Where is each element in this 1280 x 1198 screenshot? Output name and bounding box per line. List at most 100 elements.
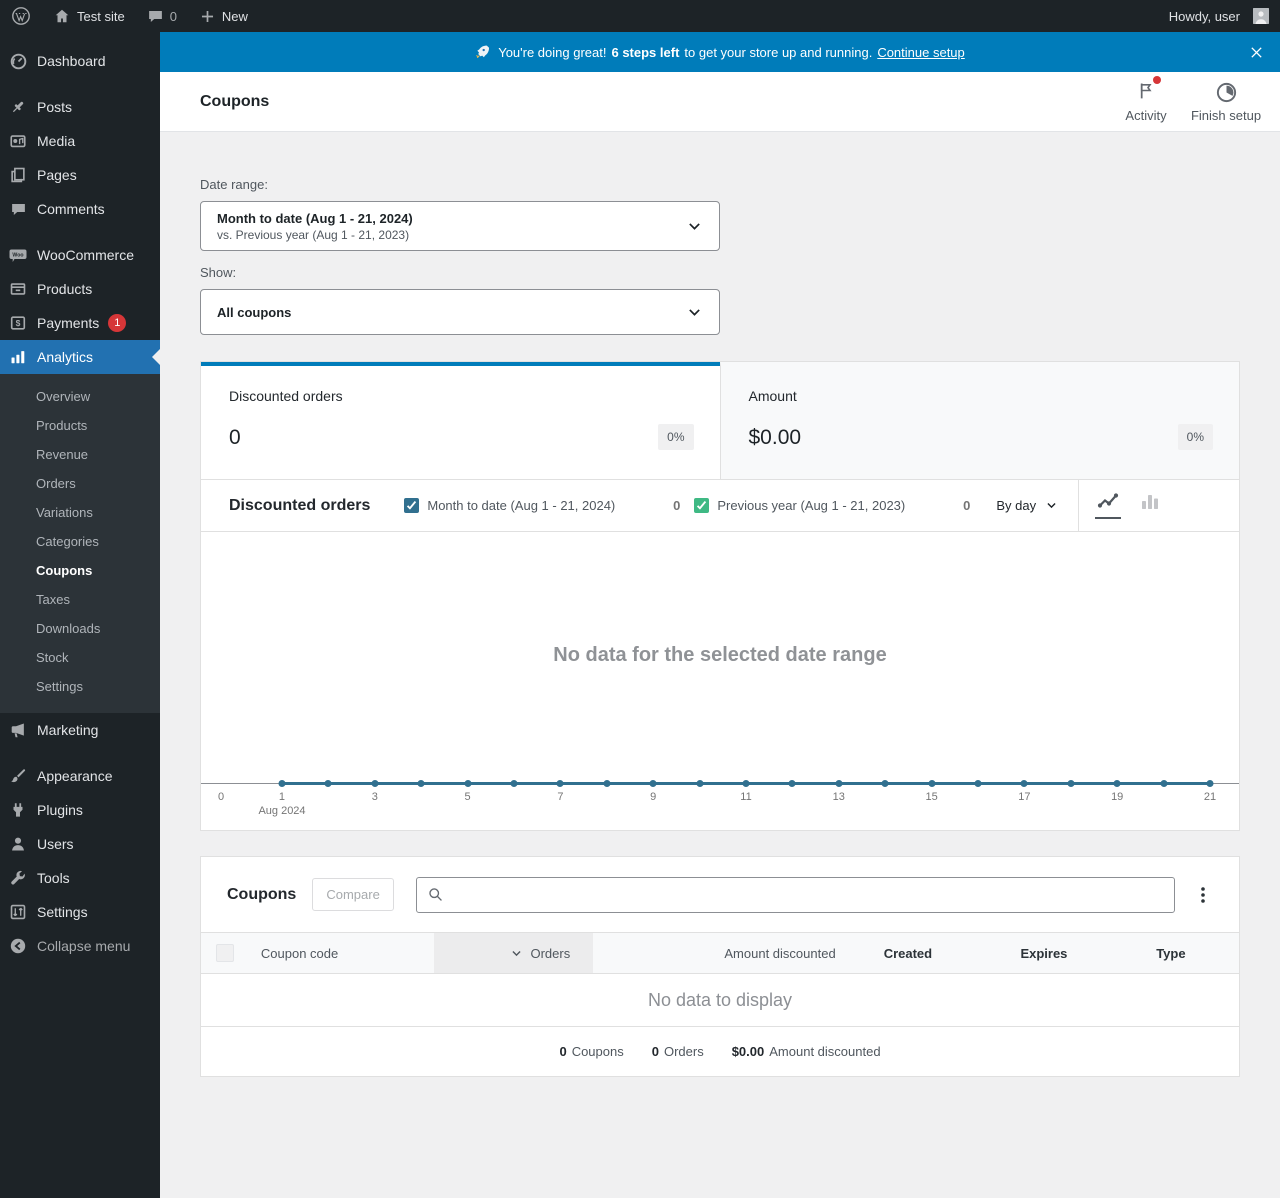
sidebar-item-tools[interactable]: Tools <box>0 861 160 895</box>
sidebar-item-pages[interactable]: Pages <box>0 158 160 192</box>
data-point <box>278 780 286 787</box>
data-point <box>696 780 704 787</box>
site-name-link[interactable]: Test site <box>42 0 136 32</box>
checkbox-checked-icon[interactable] <box>694 498 710 513</box>
sidebar-item-label: Pages <box>37 167 77 183</box>
data-point <box>928 780 936 787</box>
x-axis-tick: 5 <box>464 791 471 803</box>
column-header-type: Type <box>1156 945 1186 961</box>
line-chart-toggle[interactable] <box>1095 493 1122 519</box>
account-menu[interactable]: Howdy, user <box>1158 0 1280 32</box>
tile-value: $0.00 <box>748 426 802 449</box>
column-header-expires: Expires <box>1020 945 1068 961</box>
wordpress-menu[interactable] <box>0 0 42 32</box>
summary-tile-amount[interactable]: Amount $0.00 0% <box>719 362 1239 479</box>
column-header-orders[interactable]: Orders <box>433 933 594 973</box>
dashboard-icon <box>8 51 28 71</box>
sidebar-item-posts[interactable]: Posts <box>0 90 160 124</box>
sidebar-subitem-settings[interactable]: Settings <box>0 672 160 701</box>
sidebar-subitem-overview[interactable]: Overview <box>0 382 160 411</box>
legend-item-current[interactable]: Month to date (Aug 1 - 21, 2024) 0 <box>404 498 694 513</box>
sidebar-subitem-stock[interactable]: Stock <box>0 643 160 672</box>
show-label: Show: <box>200 265 237 280</box>
sidebar-item-users[interactable]: Users <box>0 827 160 861</box>
sidebar-item-label: Appearance <box>37 768 113 784</box>
activity-button[interactable]: Activity <box>1106 76 1186 123</box>
sidebar-subitem-variations[interactable]: Variations <box>0 498 160 527</box>
chart-card: Discounted orders 0 0% Amount $0.00 0% D… <box>200 361 1240 831</box>
sidebar-subitem-downloads[interactable]: Downloads <box>0 614 160 643</box>
sidebar-subitem-orders[interactable]: Orders <box>0 469 160 498</box>
new-content-menu[interactable]: New <box>188 0 259 32</box>
data-point <box>742 780 750 787</box>
progress-clock-icon <box>1215 81 1238 104</box>
legend-label: Month to date (Aug 1 - 21, 2024) <box>427 498 616 513</box>
sidebar-item-label: Dashboard <box>37 53 106 69</box>
products-icon <box>8 279 28 299</box>
sidebar-item-dashboard[interactable]: Dashboard <box>0 44 160 78</box>
legend-count: 0 <box>963 498 971 513</box>
checkbox-checked-icon[interactable] <box>404 498 420 513</box>
page-title: Coupons <box>200 92 270 110</box>
svg-text:$: $ <box>16 318 21 328</box>
x-axis-tick: 15 <box>925 791 938 803</box>
show-select[interactable]: All coupons <box>200 289 720 335</box>
search-box[interactable] <box>415 876 1175 913</box>
sidebar-item-marketing[interactable]: Marketing <box>0 713 160 747</box>
column-header-amount-discounted[interactable]: Amount discounted <box>593 933 859 973</box>
sidebar-item-appearance[interactable]: Appearance <box>0 759 160 793</box>
sidebar-item-media[interactable]: Media <box>0 124 160 158</box>
data-point <box>603 780 611 787</box>
plus-icon <box>199 8 216 25</box>
sidebar-item-comments[interactable]: Comments <box>0 192 160 226</box>
sidebar-menu: Dashboard Posts Media Pages Comments Woo WooCo… <box>0 32 160 1198</box>
media-icon <box>8 131 28 151</box>
comments-count: 0 <box>169 8 177 24</box>
sidebar-item-collapse-menu[interactable]: Collapse menu <box>0 929 160 963</box>
data-point <box>556 780 564 787</box>
data-point <box>881 780 889 787</box>
search-input[interactable] <box>450 887 1164 902</box>
sidebar-item-products[interactable]: Products <box>0 272 160 306</box>
home-icon <box>53 7 71 25</box>
interval-select[interactable]: By day <box>996 498 1058 513</box>
analytics-submenu: Overview Products Revenue Orders Variations C… <box>0 374 160 713</box>
summary-tile-discounted-orders[interactable]: Discounted orders 0 0% <box>201 362 720 479</box>
data-point <box>1067 780 1075 787</box>
sidebar-subitem-revenue[interactable]: Revenue <box>0 440 160 469</box>
select-all-checkbox[interactable] <box>215 944 234 962</box>
tile-label: Discounted orders <box>229 388 343 404</box>
sidebar-subitem-coupons[interactable]: Coupons <box>0 556 160 585</box>
x-axis-tick: 0 <box>217 791 225 803</box>
legend-item-previous[interactable]: Previous year (Aug 1 - 21, 2023) 0 <box>694 498 984 513</box>
column-header-coupon-code[interactable]: Coupon code <box>249 933 434 973</box>
table-summary-row: 0 Coupons 0 Orders $0.00 Amount discounted <box>559 1044 881 1059</box>
banner-close-icon[interactable] <box>1247 43 1265 61</box>
sidebar-item-analytics[interactable]: Analytics <box>0 340 160 374</box>
continue-setup-link[interactable]: Continue setup <box>877 45 964 60</box>
date-range-select[interactable]: Month to date (Aug 1 - 21, 2024) vs. Pre… <box>200 201 720 251</box>
rocket-icon <box>475 45 490 60</box>
bar-chart-toggle[interactable] <box>1137 493 1163 519</box>
date-range-compare: vs. Previous year (Aug 1 - 21, 2023) <box>217 227 410 242</box>
sidebar-subitem-products[interactable]: Products <box>0 411 160 440</box>
data-point <box>1020 780 1028 787</box>
megaphone-icon <box>8 720 28 740</box>
finish-setup-button[interactable]: Finish setup <box>1186 80 1266 123</box>
compare-button[interactable]: Compare <box>312 878 394 911</box>
sidebar-item-settings[interactable]: Settings <box>0 895 160 929</box>
sidebar-item-label: Users <box>37 836 74 852</box>
sidebar-item-payments[interactable]: $ Payments 1 <box>0 306 160 340</box>
comments-link[interactable]: 0 <box>136 0 188 32</box>
banner-text-2: to get your store up and running. <box>684 44 873 60</box>
table-menu-icon[interactable] <box>1193 885 1213 905</box>
sidebar-item-label: Analytics <box>37 349 94 365</box>
sidebar-item-label: Posts <box>37 99 73 115</box>
data-point <box>510 780 518 787</box>
sidebar-item-plugins[interactable]: Plugins <box>0 793 160 827</box>
data-point <box>464 780 472 787</box>
sidebar-item-woocommerce[interactable]: Woo WooCommerce <box>0 238 160 272</box>
sidebar-subitem-categories[interactable]: Categories <box>0 527 160 556</box>
sidebar-item-label: Collapse menu <box>37 938 131 954</box>
sidebar-subitem-taxes[interactable]: Taxes <box>0 585 160 614</box>
